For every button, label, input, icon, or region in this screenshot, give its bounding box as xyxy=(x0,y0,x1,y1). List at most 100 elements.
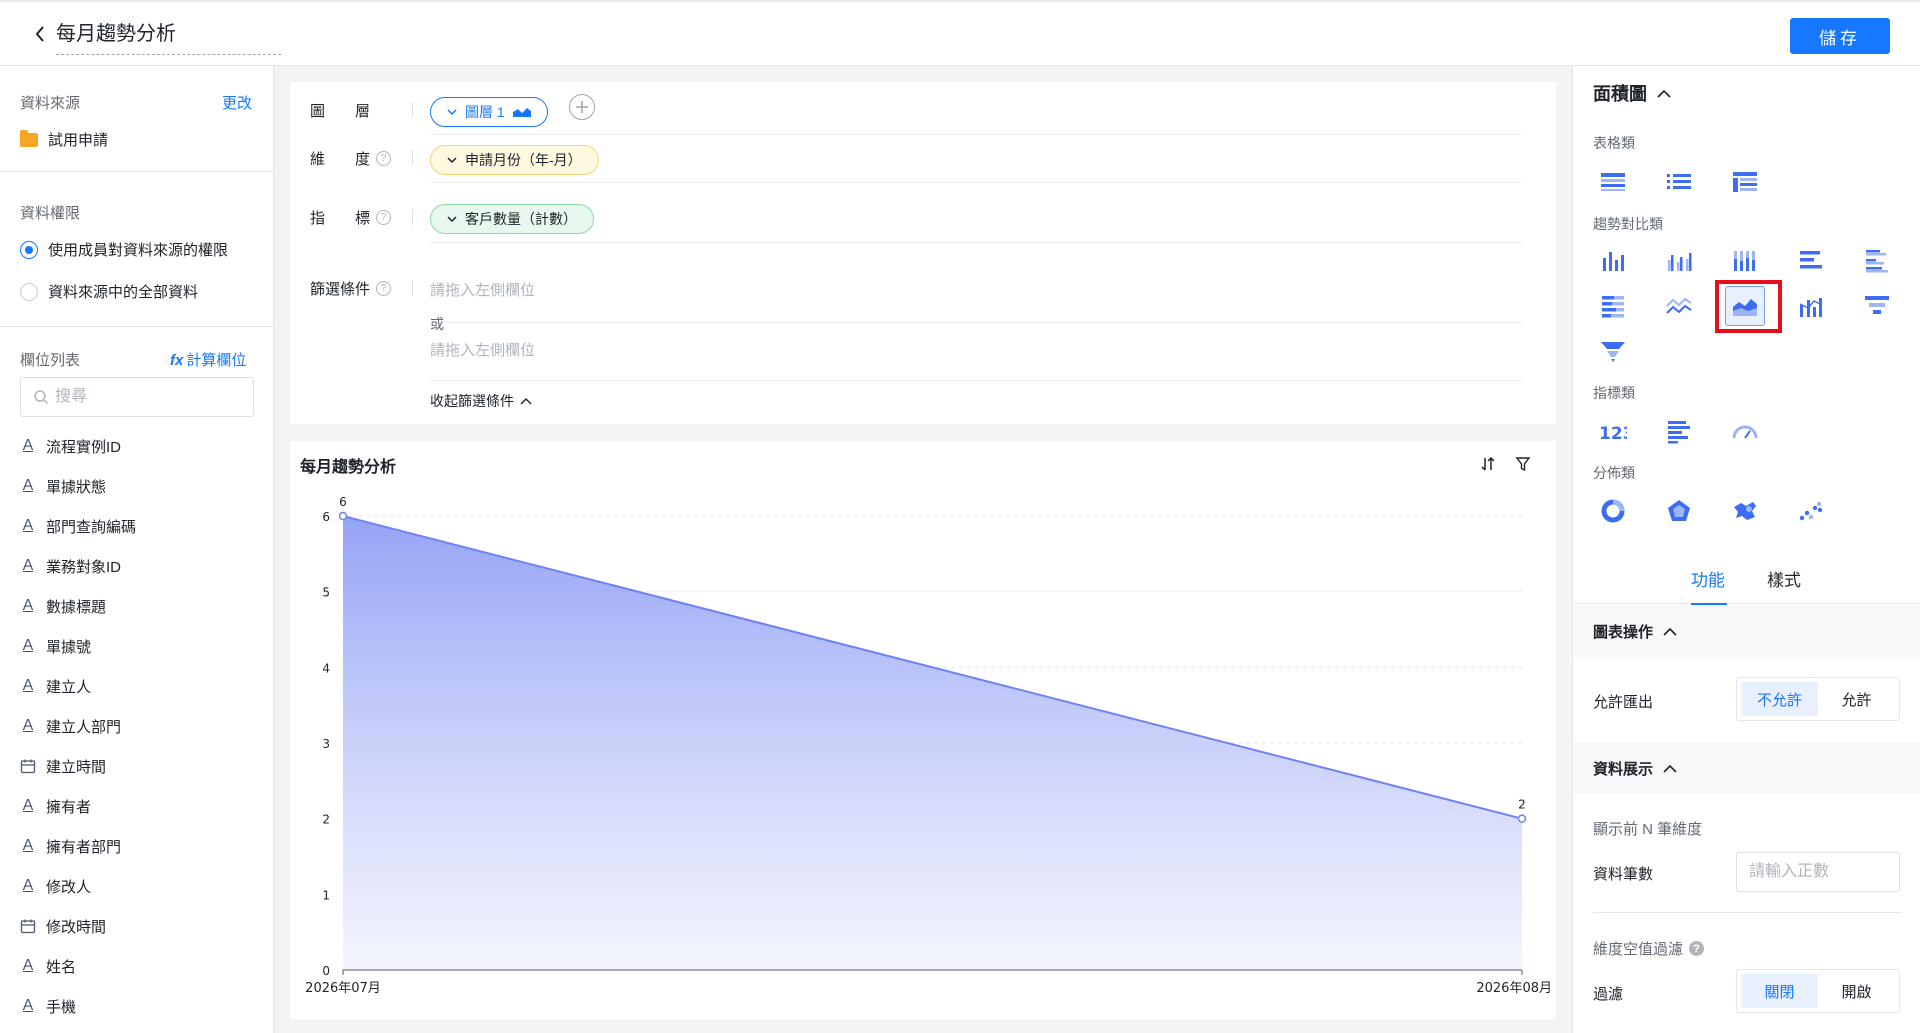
metric-bar-icon[interactable] xyxy=(1659,411,1699,451)
change-source-link[interactable]: 更改 xyxy=(222,92,252,113)
permission-option-all[interactable]: 資料來源中的全部資料 xyxy=(20,281,198,302)
field-item[interactable]: A 流程實例ID xyxy=(20,426,260,466)
scatter-chart-icon[interactable] xyxy=(1791,491,1831,531)
map-chart-icon[interactable] xyxy=(1725,491,1765,531)
field-item[interactable]: A 單據狀態 xyxy=(20,466,260,506)
combo-chart-icon[interactable] xyxy=(1791,286,1831,326)
add-layer-icon[interactable] xyxy=(569,94,595,120)
export-disallow-option[interactable]: 不允許 xyxy=(1741,682,1818,716)
chart-operations-group[interactable]: 圖表操作 xyxy=(1593,621,1677,642)
field-item[interactable]: A 單據號 xyxy=(20,626,260,666)
allow-export-label: 允許匯出 xyxy=(1593,694,1654,711)
chevron-down-icon xyxy=(447,156,457,163)
field-item[interactable]: A 擁有者 xyxy=(20,786,260,826)
filter-drop-zone[interactable]: 請拖入左側欄位 xyxy=(430,339,535,360)
permission-option-member[interactable]: 使用成員對資料來源的權限 xyxy=(20,239,228,260)
pivot-table-icon[interactable] xyxy=(1725,161,1765,201)
chevron-down-icon xyxy=(447,108,457,115)
text-type-icon: A xyxy=(22,797,34,814)
metric-pill-label: 客戶數量（計數） xyxy=(465,211,577,227)
filter-drop-zone[interactable]: 請拖入左側欄位 xyxy=(430,279,535,300)
bar-chart-icon[interactable] xyxy=(1593,240,1633,280)
field-search-box[interactable] xyxy=(20,377,254,417)
chart-type-selector[interactable]: 面積圖 xyxy=(1593,80,1671,106)
data-display-group[interactable]: 資料展示 xyxy=(1593,758,1677,779)
null-filter-toggle: 關閉 開啟 xyxy=(1736,969,1900,1013)
text-type-icon: A xyxy=(22,597,34,614)
data-source-label: 資料來源 xyxy=(20,95,81,112)
export-allow-option[interactable]: 允許 xyxy=(1818,682,1895,716)
layer-label-text: 圖 層 xyxy=(310,103,371,120)
divider xyxy=(0,326,274,327)
page-title[interactable]: 每月趨勢分析 xyxy=(56,22,281,55)
field-item[interactable]: 建立時間 xyxy=(20,746,260,786)
data-display-title: 資料展示 xyxy=(1593,761,1654,778)
field-item[interactable]: A 修改人 xyxy=(20,866,260,906)
radar-chart-icon[interactable] xyxy=(1659,491,1699,531)
field-item[interactable]: A 姓名 xyxy=(20,946,260,986)
field-item[interactable]: A 業務對象ID xyxy=(20,546,260,586)
separator xyxy=(430,182,1522,183)
grouped-bar-icon[interactable] xyxy=(1659,240,1699,280)
metric-pill[interactable]: 客戶數量（計數） xyxy=(430,204,594,234)
horizontal-bar-icon[interactable] xyxy=(1791,240,1831,280)
data-source-item[interactable]: 試用申請 xyxy=(20,129,108,150)
field-item[interactable]: A 手機 xyxy=(20,986,260,1026)
funnel-compare-icon[interactable] xyxy=(1593,331,1633,371)
radio-icon[interactable] xyxy=(20,282,38,301)
layer-pill[interactable]: 圖層 1 xyxy=(430,97,548,127)
permission-option-label: 使用成員對資料來源的權限 xyxy=(48,242,229,259)
help-icon[interactable]: ? xyxy=(1689,941,1705,956)
field-item[interactable]: A 建立人部門 xyxy=(20,706,260,746)
field-name: 擁有者部門 xyxy=(46,838,122,856)
filter-on-option[interactable]: 開啟 xyxy=(1818,974,1895,1008)
text-type-icon: A xyxy=(22,877,34,894)
area-chart-mini-icon xyxy=(512,108,531,117)
y-tick-label: 0 xyxy=(322,964,330,978)
stacked-bar-icon[interactable] xyxy=(1725,240,1765,280)
y-tick-label: 3 xyxy=(322,737,330,751)
text-type-icon: A xyxy=(22,517,34,534)
dimension-pill[interactable]: 申請月份（年-月） xyxy=(430,145,599,175)
fx-icon: fx xyxy=(170,352,184,369)
separator xyxy=(430,242,1522,243)
help-icon[interactable]: ? xyxy=(376,281,392,296)
help-icon[interactable]: ? xyxy=(376,151,392,166)
separator xyxy=(412,102,413,118)
stacked-horizontal-bar-icon[interactable] xyxy=(1593,286,1633,326)
text-type-icon: A xyxy=(22,957,34,974)
metric-number-icon[interactable]: 123 xyxy=(1593,411,1633,451)
calculated-field-link[interactable]: fx 計算欄位 xyxy=(170,349,246,370)
list-table-icon[interactable] xyxy=(1659,161,1699,201)
table-grid-icon[interactable] xyxy=(1593,161,1633,201)
area-chart: 0 1 2 3 4 5 66 2 2026年07月 2026年08月 xyxy=(305,495,1552,996)
field-name: 單據狀態 xyxy=(46,478,107,496)
field-item[interactable]: A 部門查詢編碼 xyxy=(20,506,260,546)
funnel-chart-icon[interactable] xyxy=(1857,286,1897,326)
filter-off-option[interactable]: 關閉 xyxy=(1741,974,1818,1008)
chevron-up-icon xyxy=(1663,764,1677,773)
line-chart-icon[interactable] xyxy=(1659,286,1699,326)
save-button[interactable]: 儲存 xyxy=(1790,18,1890,54)
collapse-filter-link[interactable]: 收起篩選條件 xyxy=(430,391,532,411)
help-icon[interactable]: ? xyxy=(376,210,392,225)
field-search-input[interactable] xyxy=(55,388,235,406)
tab-function[interactable]: 功能 xyxy=(1691,566,1725,591)
collapse-filter-label: 收起篩選條件 xyxy=(430,393,514,409)
field-item[interactable]: 修改時間 xyxy=(20,906,260,946)
gauge-chart-icon[interactable] xyxy=(1725,411,1765,451)
record-count-input[interactable] xyxy=(1736,852,1900,892)
field-item[interactable]: A 建立人 xyxy=(20,666,260,706)
donut-chart-icon[interactable] xyxy=(1593,491,1633,531)
radio-selected-icon[interactable] xyxy=(20,240,38,259)
text-type-icon: A xyxy=(22,837,34,854)
field-item[interactable]: A 數據標題 xyxy=(20,586,260,626)
field-item[interactable]: A 擁有者部門 xyxy=(20,826,260,866)
back-arrow-icon[interactable] xyxy=(30,22,50,46)
category-metric-label: 指標類 xyxy=(1593,385,1635,401)
field-name: 數據標題 xyxy=(46,598,107,616)
grouped-horizontal-bar-icon[interactable] xyxy=(1857,240,1897,280)
or-label: 或 xyxy=(430,316,444,332)
tab-style[interactable]: 樣式 xyxy=(1767,566,1801,591)
field-name: 姓名 xyxy=(46,958,77,976)
